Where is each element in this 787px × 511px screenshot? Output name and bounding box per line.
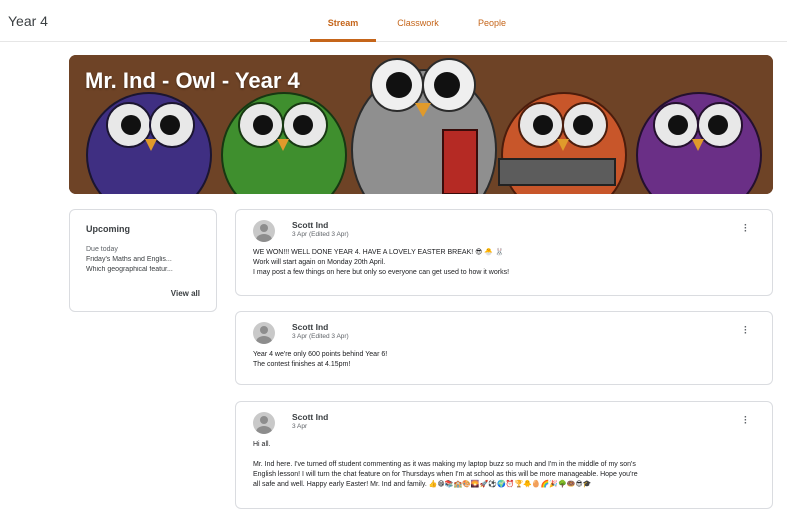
top-bar: Year 4 Stream Classwork People — [0, 0, 787, 42]
due-today-label: Due today — [86, 246, 118, 253]
post-line: Mr. Ind here. I've turned off student co… — [253, 461, 636, 468]
post-date: 3 Apr (Edited 3 Apr) — [292, 231, 349, 238]
avatar — [253, 412, 275, 434]
post-line: Year 4 we're only 600 points behind Year… — [253, 351, 388, 358]
post-line: Hi all. — [253, 441, 271, 448]
upcoming-item[interactable]: Friday's Maths and Englis... — [86, 256, 206, 263]
class-name[interactable]: Year 4 — [8, 13, 48, 29]
post-author: Scott Ind — [292, 322, 329, 332]
post-author: Scott Ind — [292, 412, 329, 422]
stream-post: Scott Ind 3 Apr · · · Hi all. Mr. Ind here… — [235, 401, 773, 509]
post-body: Hi all. Mr. Ind here. I've turned off st… — [253, 440, 758, 490]
more-options-icon[interactable]: · · · — [744, 221, 748, 237]
post-body: Year 4 we're only 600 points behind Year… — [253, 350, 758, 370]
post-gap — [253, 450, 758, 460]
view-all-link[interactable]: View all — [171, 289, 200, 298]
more-options-icon[interactable]: · · · — [744, 413, 748, 429]
banner-title: Mr. Ind - Owl - Year 4 — [85, 68, 300, 93]
avatar — [253, 322, 275, 344]
upcoming-item[interactable]: Which geographical featur... — [86, 266, 206, 273]
nav-tabs: Stream Classwork People — [310, 0, 524, 42]
post-line: I may post a few things on here but only… — [253, 269, 510, 276]
post-date: 3 Apr — [292, 423, 308, 430]
stream-post: Scott Ind 3 Apr (Edited 3 Apr) · · · Year … — [235, 311, 773, 385]
tab-stream[interactable]: Stream — [310, 0, 376, 42]
class-banner: Mr. Ind - Owl - Year 4 — [69, 55, 773, 194]
upcoming-card: Upcoming Due today Friday's Maths and En… — [69, 209, 217, 312]
post-line: all safe and well. Happy early Easter! M… — [253, 481, 592, 488]
avatar — [253, 220, 275, 242]
stream-post: Scott Ind 3 Apr (Edited 3 Apr) · · · WE WO… — [235, 209, 773, 296]
post-date: 3 Apr (Edited 3 Apr) — [292, 333, 349, 340]
post-body: WE WON!!! WELL DONE YEAR 4. HAVE A LOVEL… — [253, 248, 758, 278]
post-line: English lesson! I will turn the chat fea… — [253, 471, 638, 478]
more-options-icon[interactable]: · · · — [744, 323, 748, 339]
post-line: WE WON!!! WELL DONE YEAR 4. HAVE A LOVEL… — [253, 249, 504, 256]
post-line: The contest finishes at 4.15pm! — [253, 361, 351, 368]
upcoming-title: Upcoming — [86, 224, 130, 234]
post-line: Work will start again on Monday 20th Apr… — [253, 259, 386, 266]
tab-classwork[interactable]: Classwork — [376, 0, 460, 42]
post-author: Scott Ind — [292, 220, 329, 230]
tab-people[interactable]: People — [460, 0, 524, 42]
grey-owl-center — [351, 58, 497, 194]
